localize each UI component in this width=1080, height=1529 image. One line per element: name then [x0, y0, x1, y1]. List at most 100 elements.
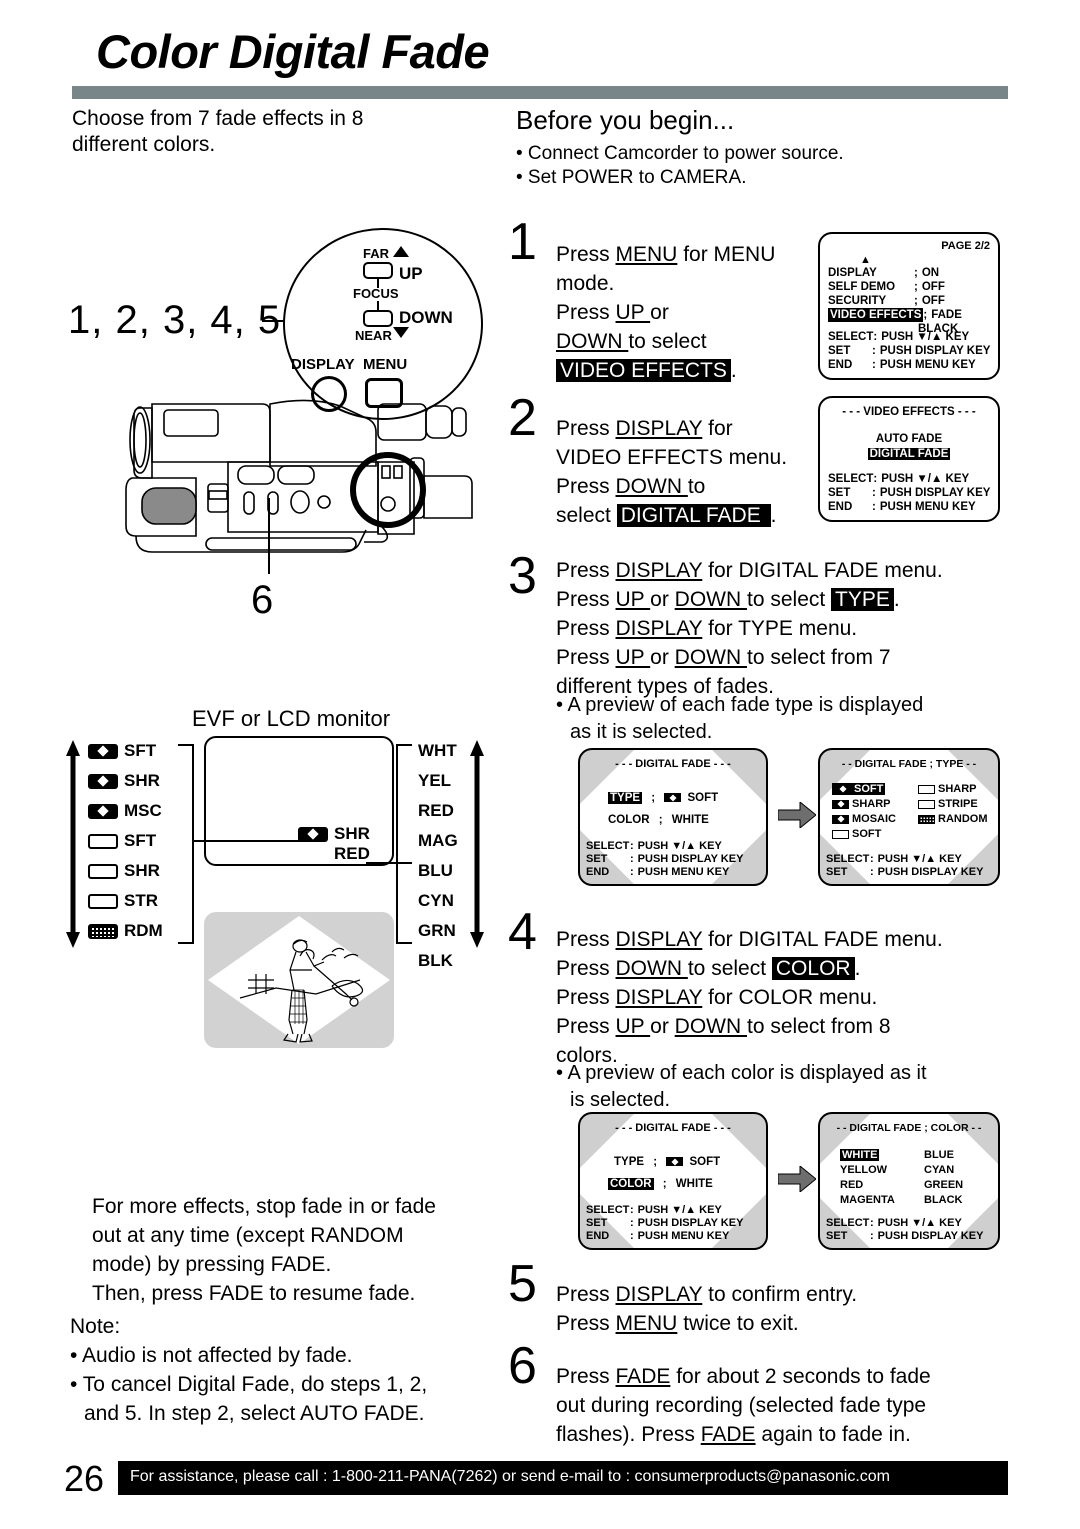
step-number-5: 5 [508, 1255, 537, 1313]
list-item[interactable]: SHARP [832, 797, 896, 812]
list-item-label: SHARP [852, 798, 891, 810]
list-item[interactable]: YELLOW [840, 1163, 895, 1178]
screen-color-list: - - DIGITAL FADE ; COLOR - - WHITE YELLOW… [818, 1112, 1000, 1250]
list-item[interactable]: WHITE [840, 1148, 895, 1163]
text-token: Press [556, 928, 616, 951]
list-item[interactable]: RANDOM [918, 812, 988, 827]
color-field-label[interactable]: COLOR [608, 1178, 654, 1190]
fade-color-row: YEL [418, 766, 458, 796]
button-name-token: DISPLAY [615, 559, 703, 582]
hint-key: SELECT [826, 1217, 870, 1229]
fade-type-row: SHR [88, 856, 163, 886]
type-field-label[interactable]: TYPE [608, 792, 643, 804]
text-token: to select [747, 588, 832, 611]
highlighted-token: VIDEO EFFECTS [556, 359, 731, 382]
button-name-token: MENU [615, 243, 678, 266]
video-effects-footer-hints: SELECT: PUSH ▼/▲ KEY SET: PUSH DISPLAY KEY E… [828, 472, 990, 514]
screen-menu-page-2: PAGE 2/2 ▲ DISPLAY; ON SELF DEMO; OFF SECURI… [818, 232, 1000, 380]
color-field-label[interactable]: COLOR [608, 814, 650, 826]
type-separator: ; [651, 792, 656, 804]
text-line: VIDEO EFFECTS. [556, 356, 836, 385]
menu-option-rows: DISPLAY; ON SELF DEMO; OFF SECURITY; OFF VIDEO… [828, 266, 962, 336]
text-token: Press [556, 1015, 616, 1038]
hint-key: SELECT [586, 1204, 630, 1216]
list-item[interactable]: MAGENTA [840, 1193, 895, 1208]
note-item-2: • To cancel Digital Fade, do steps 1, 2, [70, 1373, 428, 1396]
hint-separator: : [870, 866, 874, 878]
menu-option-label: SECURITY [828, 295, 887, 307]
menu-option-row[interactable]: SELF DEMO; OFF [828, 280, 962, 294]
fade-color-label: WHT [418, 741, 457, 760]
list-item[interactable]: SHARP [918, 782, 988, 797]
button-name-token: FADE [700, 1423, 756, 1446]
type-field-label[interactable]: TYPE [614, 1156, 644, 1168]
hint-key: SET [826, 1230, 848, 1242]
step-2-text: Press DISPLAY for VIDEO EFFECTS menu. Pres… [556, 414, 836, 530]
evf-osd-type-row: SHR [298, 824, 370, 844]
hint-key: END [828, 359, 853, 371]
text-token: for about 2 seconds to fade [670, 1365, 931, 1388]
screen-digital-fade-type: - - - DIGITAL FADE - - - TYPE ; SOFT COL… [578, 748, 768, 886]
highlighted-token: COLOR [771, 957, 855, 980]
flow-arrow-right-icon [778, 802, 816, 828]
menu-footer-hints: SELECT: PUSH ▼/▲ KEY SET: PUSH DISPLAY KEY E… [828, 330, 990, 372]
step-4-bullet: • A preview of each color is displayed a… [556, 1060, 1026, 1114]
text-token: Press [556, 301, 616, 324]
hint-value: PUSH ▼/▲ KEY [637, 1204, 722, 1216]
hint-row: END: PUSH MENU KEY [828, 500, 990, 514]
list-item-label: MOSAIC [852, 813, 896, 825]
fade-color-label: MAG [418, 831, 458, 850]
intro-text: Choose from 7 fade effects in 8 differen… [72, 106, 472, 158]
step-6-text: Press FADE for about 2 seconds to fade ou… [556, 1362, 1026, 1449]
text-line: Press DISPLAY to confirm entry. [556, 1280, 1026, 1309]
focus-near-button[interactable] [363, 310, 393, 327]
fade-color-label: YEL [418, 771, 452, 790]
list-item[interactable]: CYAN [924, 1163, 963, 1178]
text-line: DOWN to select [556, 327, 836, 356]
focus-far-button[interactable] [363, 262, 393, 279]
list-item[interactable]: MOSAIC [832, 812, 896, 827]
outline-box-icon [88, 893, 118, 909]
list-item[interactable]: GREEN [924, 1178, 963, 1193]
digital-fade-color-row: COLOR ; WHITE [608, 814, 709, 826]
down-triangle-icon [393, 327, 409, 338]
list-item[interactable]: BLUE [924, 1148, 963, 1163]
video-effects-option[interactable]: DIGITAL FADE [820, 447, 998, 462]
evf-osd-readout: SHR RED [298, 824, 370, 864]
more-effects-line: mode) by pressing FADE. [92, 1253, 332, 1276]
text-line: Press UP or DOWN to select from 8 [556, 1012, 1026, 1041]
list-item-content: MAGENTA [840, 1194, 895, 1206]
hint-separator: : [870, 853, 874, 865]
text-line: Press UP or [556, 298, 836, 327]
list-item-label: STRIPE [938, 798, 978, 810]
fade-color-row: BLU [418, 856, 458, 886]
intro-line-2: different colors. [72, 133, 216, 156]
list-item[interactable]: RED [840, 1178, 895, 1193]
text-token: for [702, 417, 733, 440]
text-token: Press [556, 957, 616, 980]
fade-type-label: STR [124, 891, 158, 910]
video-effects-option[interactable]: AUTO FADE [820, 432, 998, 447]
list-item[interactable]: SOFT [832, 827, 896, 842]
menu-option-row[interactable]: SECURITY; OFF [828, 294, 962, 308]
hint-row: SELECT: PUSH ▼/▲ KEY [826, 1217, 983, 1230]
hint-value: PUSH MENU KEY [637, 1230, 730, 1242]
hint-row: SELECT: PUSH ▼/▲ KEY [828, 330, 990, 344]
menu-option-row[interactable]: VIDEO EFFECTS; FADE [828, 308, 962, 322]
list-item[interactable]: SOFT [832, 782, 896, 797]
list-item[interactable]: BLACK [924, 1193, 963, 1208]
list-item[interactable]: STRIPE [918, 797, 988, 812]
hint-row: SELECT: PUSH ▼/▲ KEY [586, 1204, 743, 1217]
text-token: for COLOR menu. [702, 986, 878, 1009]
callout-label-focus: FOCUS [353, 286, 399, 301]
note-block: Note: • Audio is not affected by fade. •… [70, 1312, 500, 1428]
fade-type-row: STR [88, 886, 163, 916]
fade-button-step-label: 6 [251, 578, 274, 622]
menu-option-row[interactable]: DISPLAY; ON [828, 266, 962, 280]
text-token: to select from 7 [747, 646, 891, 669]
fade-color-brace [396, 744, 412, 944]
outline-box-icon [832, 829, 849, 839]
before-item-2: • Set POWER to CAMERA. [516, 167, 747, 188]
bullet-line: • A preview of each fade type is display… [556, 694, 924, 716]
title-rule-divider [72, 86, 1008, 99]
